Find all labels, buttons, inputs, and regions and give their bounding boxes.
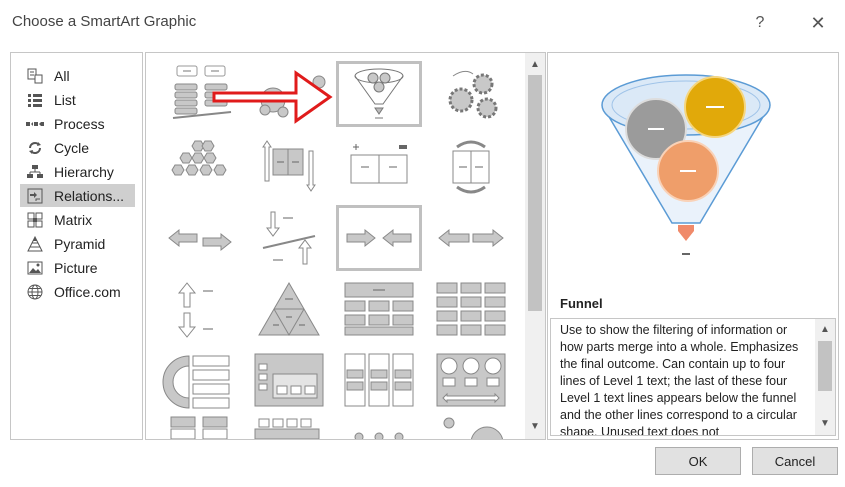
category-label: Pyramid: [54, 235, 106, 252]
category-list: All List Process Cycle Hierarchy Relatio…: [10, 52, 143, 440]
gallery-scrollbar[interactable]: ▲ ▼: [525, 53, 545, 439]
nested-target-thumbnail: [162, 355, 230, 409]
column-list-thumbnail: [344, 353, 414, 407]
preview-panel: Funnel Use to show the filtering of info…: [547, 52, 839, 440]
boxes-partial-thumbnail: [254, 418, 320, 439]
category-label: All: [54, 67, 70, 84]
category-office-com[interactable]: Office.com: [20, 280, 135, 303]
circular-arrows-thumbnail: [452, 140, 490, 194]
list-partial-thumbnail: [170, 416, 228, 439]
category-cycle[interactable]: Cycle: [20, 136, 135, 159]
process-icon: [24, 116, 46, 132]
layout-tile-balance[interactable]: [336, 134, 422, 200]
category-label: Cycle: [54, 139, 90, 156]
layout-tile-list-partial[interactable]: [156, 413, 242, 439]
layout-tile-counterbalance-arrows[interactable]: [246, 205, 332, 271]
category-hierarchy[interactable]: Hierarchy: [20, 160, 135, 183]
all-icon: [24, 68, 46, 84]
category-matrix[interactable]: Matrix: [20, 208, 135, 231]
layout-tile-funnel[interactable]: [336, 61, 422, 127]
layout-tile-circle-partial[interactable]: [428, 413, 514, 439]
layout-tile-circle-columns[interactable]: [428, 347, 514, 413]
layout-tile-hexagon-cluster[interactable]: [156, 134, 242, 200]
cancel-button[interactable]: Cancel: [752, 447, 838, 475]
layout-tile-opposing-ideas[interactable]: [428, 205, 514, 271]
scroll-down-icon[interactable]: ▼: [525, 417, 545, 437]
relationship-icon: [24, 188, 46, 204]
layout-tile-grid-matrix[interactable]: [428, 276, 514, 342]
picture-icon: [24, 260, 46, 276]
category-label: Hierarchy: [54, 163, 114, 180]
layout-tile-diverging-arrows[interactable]: [156, 205, 242, 271]
counterbalance-arrows-thumbnail: [262, 211, 316, 265]
layout-tile-boxes-partial[interactable]: [246, 413, 332, 439]
ok-button[interactable]: OK: [655, 447, 741, 475]
circle-partial-thumbnail: [443, 417, 504, 439]
dots-partial-thumbnail: [354, 432, 404, 439]
scrollbar-thumb[interactable]: [818, 341, 832, 391]
up-down-arrows-thumbnail: [177, 282, 213, 338]
layout-tile-gear[interactable]: [428, 61, 514, 127]
layout-tile-dots-partial[interactable]: [336, 413, 422, 439]
funnel-thumbnail: [354, 68, 404, 119]
layout-tile-opposing-arrows[interactable]: [246, 134, 332, 200]
category-picture[interactable]: Picture: [20, 256, 135, 279]
scroll-up-icon[interactable]: ▲: [815, 321, 835, 339]
layout-tile-table-list[interactable]: [336, 276, 422, 342]
opposing-ideas-thumbnail: [438, 228, 504, 248]
layout-gallery: ▲ ▼: [145, 52, 546, 440]
balance-thumbnail: [350, 144, 408, 184]
layout-tile-converging-arrows[interactable]: [336, 205, 422, 271]
opposing-arrows-thumbnail: [262, 140, 316, 192]
hexagon-cluster-thumbnail: [171, 140, 227, 176]
help-button[interactable]: ?: [749, 11, 771, 35]
category-label: Picture: [54, 259, 98, 276]
converging-arrows-thumbnail: [346, 228, 412, 248]
description-box[interactable]: Use to show the filtering of information…: [550, 318, 836, 436]
layout-tile-picture-grid[interactable]: [246, 347, 332, 413]
layout-tile-nested-target[interactable]: [156, 347, 242, 413]
description-text: Use to show the filtering of information…: [560, 323, 799, 436]
table-list-thumbnail: [344, 282, 414, 336]
cycle-icon: [24, 140, 46, 156]
category-process[interactable]: Process: [20, 112, 135, 135]
gear-thumbnail: [448, 70, 498, 119]
pyramid-icon: [24, 235, 46, 252]
funnel-preview-image: [601, 74, 771, 255]
close-button[interactable]: ✕: [806, 11, 830, 35]
circle-columns-thumbnail: [436, 353, 506, 407]
scroll-down-icon[interactable]: ▼: [815, 415, 835, 433]
grid-matrix-thumbnail: [436, 282, 506, 336]
globe-icon: [24, 284, 46, 300]
layout-tile-circular-arrows[interactable]: [428, 134, 514, 200]
category-label: Office.com: [54, 283, 121, 300]
list-icon: [24, 92, 46, 108]
category-label: Process: [54, 115, 105, 132]
scrollbar-thumb[interactable]: [528, 75, 542, 311]
category-all[interactable]: All: [20, 64, 135, 87]
category-label: Relations...: [54, 187, 125, 204]
dialog-title: Choose a SmartArt Graphic: [12, 13, 197, 30]
category-pyramid[interactable]: Pyramid: [20, 232, 135, 255]
preview-title: Funnel: [560, 296, 603, 311]
layout-tile-up-down-arrows[interactable]: [156, 276, 242, 342]
description-scrollbar[interactable]: ▲ ▼: [815, 319, 835, 435]
category-list-item[interactable]: List: [20, 88, 135, 111]
scroll-up-icon[interactable]: ▲: [525, 55, 545, 75]
matrix-icon: [24, 212, 46, 228]
layout-tile-column-list[interactable]: [336, 347, 422, 413]
category-label: List: [54, 91, 76, 108]
title-bar: Choose a SmartArt Graphic ? ✕: [0, 0, 845, 46]
category-label: Matrix: [54, 211, 93, 228]
annotation-arrow-icon: [212, 70, 333, 124]
picture-grid-thumbnail: [254, 353, 324, 407]
pyramid-thumbnail: [258, 281, 320, 337]
category-relationship[interactable]: Relations...: [20, 184, 135, 207]
layout-tile-pyramid[interactable]: [246, 276, 332, 342]
hierarchy-icon: [24, 164, 46, 180]
diverging-arrows-thumbnail: [168, 228, 232, 252]
